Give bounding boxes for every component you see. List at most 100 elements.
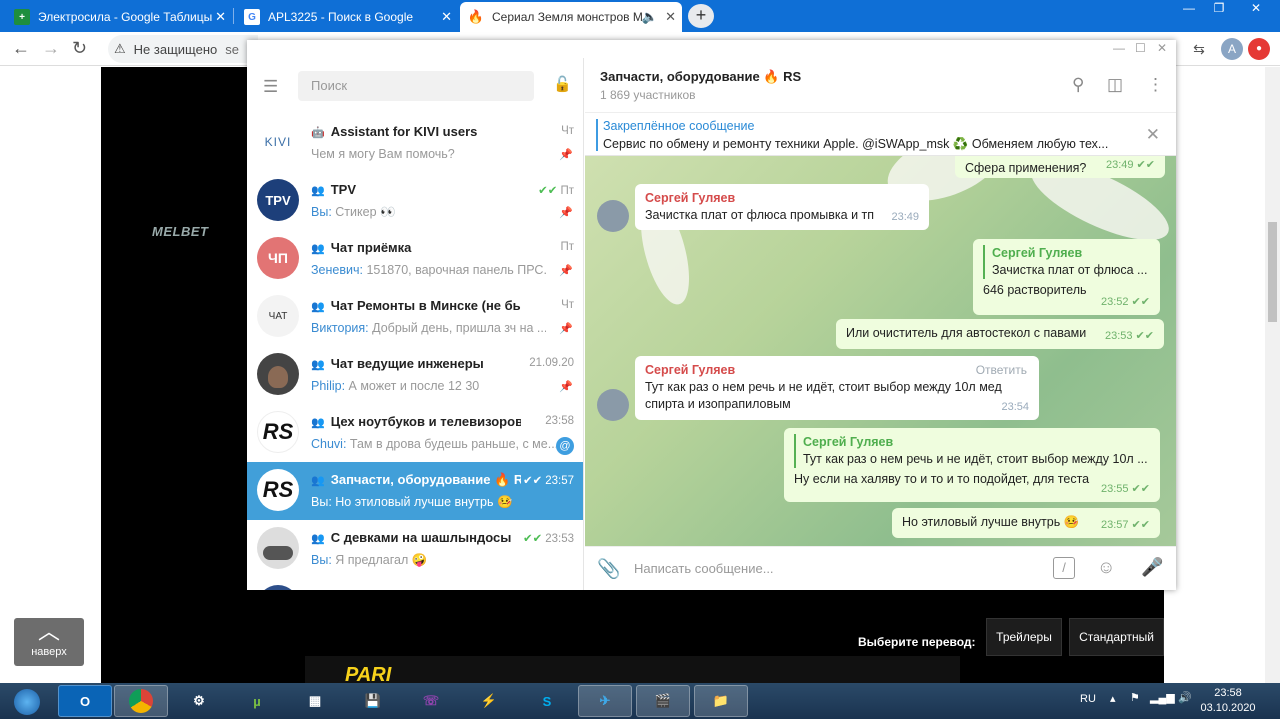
pin-icon: 📌 [559, 149, 573, 161]
translation-trailers-button[interactable]: Трейлеры [986, 618, 1062, 656]
settings-gear-icon[interactable]: ⚙ [172, 685, 226, 717]
lock-icon[interactable]: 🔓 [553, 75, 572, 93]
back-icon[interactable]: ← [12, 38, 30, 59]
chat-item-kivi[interactable]: KIVI 🤖 Assistant for KIVI users Чем я мог… [247, 114, 583, 172]
tg-maximize-icon[interactable]: ☐ [1135, 41, 1146, 55]
profile-avatar[interactable]: A [1221, 38, 1243, 60]
address-bar[interactable]: ⚠ Не защищено se [108, 35, 258, 63]
message-input[interactable]: Написать сообщение... [634, 561, 774, 576]
close-tab-icon[interactable]: ✕ [441, 9, 452, 25]
translation-standard-button[interactable]: Стандартный [1069, 618, 1164, 656]
pinned-message[interactable]: Закреплённое сообщение Сервис по обмену … [585, 112, 1176, 156]
message-out[interactable]: Сергей Гуляев Зачистка плат от флюса ...… [973, 239, 1160, 315]
browser-tab-strip: + Электросила - Google Таблицы ✕ G APL32… [0, 0, 1280, 32]
telegram-window: — ☐ ✕ ☰ Поиск 🔓 KIVI 🤖 Assistant for KIVI… [247, 40, 1176, 590]
tg-minimize-icon[interactable]: — [1113, 41, 1125, 55]
media-player-icon[interactable]: 🎬 [636, 685, 690, 717]
emoji-icon[interactable]: ☺ [1097, 557, 1115, 578]
action-center-icon[interactable]: ⚑ [1130, 691, 1140, 704]
read-check-icon: ✔✔ [522, 533, 543, 545]
tg-close-icon[interactable]: ✕ [1157, 41, 1167, 55]
skype-icon[interactable]: S [520, 685, 574, 717]
restore-icon[interactable]: ❐ [1206, 0, 1232, 18]
sender-name[interactable]: Сергей Гуляев [645, 190, 919, 207]
person-photo-icon [268, 366, 288, 388]
volume-icon[interactable]: 🔊 [1178, 691, 1192, 704]
close-pinned-icon[interactable]: ✕ [1146, 125, 1160, 145]
save-disk-icon[interactable]: 💾 [346, 685, 400, 717]
network-icon[interactable]: ▂▄▆ [1150, 691, 1175, 704]
chat-item-laptops[interactable]: RS 👥 Цех ноутбуков и телевизоров ... Chuv… [247, 404, 583, 462]
forward-icon[interactable]: → [42, 38, 60, 59]
message-list[interactable]: Сфера применения? 23:49 ✔✔ Сергей Гуляев… [585, 156, 1176, 546]
chrome-icon[interactable] [114, 685, 168, 717]
reply-quote[interactable]: Сергей Гуляев Тут как раз о нем речь и н… [794, 434, 1150, 468]
minimize-icon[interactable]: — [1176, 0, 1202, 18]
reload-icon[interactable]: ↻ [72, 38, 87, 59]
chat-item-engineers[interactable]: 👥 Чат ведущие инженеры Philip: А может и … [247, 346, 583, 404]
reply-link[interactable]: Ответить [976, 362, 1027, 379]
chat-item-partial[interactable] [247, 578, 583, 590]
scrollbar-thumb[interactable] [1268, 222, 1277, 322]
message-in[interactable]: Сергей Гуляев Ответить Тут как раз о нем… [635, 356, 1039, 420]
scroll-up-button[interactable]: ︿ наверх [14, 618, 84, 666]
chat-item-zapchasti[interactable]: RS 👥 Запчасти, оборудование 🔥 RS Вы: Но э… [247, 462, 583, 520]
reply-quote[interactable]: Сергей Гуляев Зачистка плат от флюса ... [983, 245, 1150, 279]
reply-name: Сергей Гуляев [803, 435, 894, 449]
chat-item-tpv[interactable]: TPV 👥 TPV Вы: Стикер 👀 ✔✔ Пт 📌 [247, 172, 583, 230]
ad-banner[interactable] [305, 656, 960, 683]
chat-item-remonty[interactable]: ЧАТ 👥 Чат Ремонты в Минске (не быт) Викто… [247, 288, 583, 346]
clock[interactable]: 23:58 03.10.2020 [1198, 686, 1258, 716]
sender-avatar[interactable] [597, 389, 629, 421]
new-tab-button[interactable]: + [688, 4, 714, 28]
chat-list-sidebar: ☰ Поиск 🔓 KIVI 🤖 Assistant for KIVI users… [247, 58, 584, 590]
menu-icon[interactable]: ☰ [263, 77, 281, 97]
language-indicator[interactable]: RU [1080, 693, 1096, 705]
close-tab-icon[interactable]: ✕ [665, 9, 676, 25]
avatar: KIVI [257, 121, 299, 163]
chat-preview: Вы: Но этиловый лучше внутрь 🤒 [311, 495, 513, 509]
outlook-icon[interactable]: O [58, 685, 112, 717]
start-button[interactable] [2, 684, 54, 718]
tool-icon[interactable]: ⚡ [462, 685, 516, 717]
tab-sheets[interactable]: + Электросила - Google Таблицы ✕ [6, 2, 232, 32]
adblock-icon[interactable]: ● [1248, 38, 1270, 60]
extension-icon[interactable]: ⇆ [1188, 38, 1210, 60]
tray-expand-icon[interactable]: ▴ [1110, 692, 1116, 705]
message-out[interactable]: Или очиститель для автостекол с павами 2… [836, 319, 1164, 349]
viber-icon[interactable]: ☏ [404, 685, 458, 717]
chat-preview: Chuvi: Там в дрова будешь раньше, с ме..… [311, 437, 556, 451]
message-out[interactable]: Сергей Гуляев Тут как раз о нем речь и н… [784, 428, 1160, 502]
speaker-icon[interactable]: 🔈 [642, 9, 658, 25]
members-count: 1 869 участников [600, 88, 696, 102]
sender-name[interactable]: Сергей Гуляев [645, 362, 1029, 379]
sheets-icon: + [14, 9, 30, 25]
explorer-folder-icon[interactable]: 📁 [694, 685, 748, 717]
search-input[interactable]: Поиск [298, 71, 534, 101]
message-in[interactable]: Сергей Гуляев Зачистка плат от флюса про… [635, 184, 929, 230]
telegram-icon[interactable]: ✈ [578, 685, 632, 717]
close-tab-icon[interactable]: ✕ [215, 9, 226, 25]
page-scrollbar[interactable] [1265, 67, 1280, 683]
message-out[interactable]: Сфера применения? 23:49 ✔✔ [955, 156, 1165, 178]
message-out[interactable]: Но этиловый лучше внутрь 🤒 23:57 ✔✔ [892, 508, 1160, 538]
close-window-icon[interactable]: ✕ [1236, 0, 1276, 18]
attach-icon[interactable]: 📎 [597, 557, 621, 581]
utorrent-icon[interactable]: µ [230, 685, 284, 717]
message-text: Ну если на халяву то и то и то подойдет,… [794, 472, 1090, 486]
tab-google-search[interactable]: G APL3225 - Поиск в Google ✕ [236, 2, 458, 32]
message-time: 23:52 ✔✔ [1100, 296, 1150, 308]
pin-icon: 📌 [559, 265, 573, 277]
chat-title[interactable]: Запчасти, оборудование 🔥 RS [600, 69, 801, 85]
more-icon[interactable]: ⋮ [1147, 75, 1164, 95]
tab-series[interactable]: 🔥 Сериал Земля монстров М 🔈 ✕ [460, 2, 682, 32]
sender-avatar[interactable] [597, 200, 629, 232]
microphone-icon[interactable]: 🎤 [1141, 557, 1163, 578]
search-icon[interactable]: ⚲ [1072, 75, 1084, 95]
bot-commands-icon[interactable]: / [1053, 557, 1075, 579]
calculator-icon[interactable]: ▦ [288, 685, 342, 717]
sidebar-toggle-icon[interactable]: ◫ [1107, 75, 1123, 95]
chat-item-priemka[interactable]: ЧП 👥 Чат приёмка Зеневич: 151870, варочна… [247, 230, 583, 288]
chat-time: ✔✔ Пт [538, 185, 574, 197]
chat-item-shashlyk[interactable]: 👥 С девками на шашлындосы Вы: Я предлагал… [247, 520, 583, 578]
